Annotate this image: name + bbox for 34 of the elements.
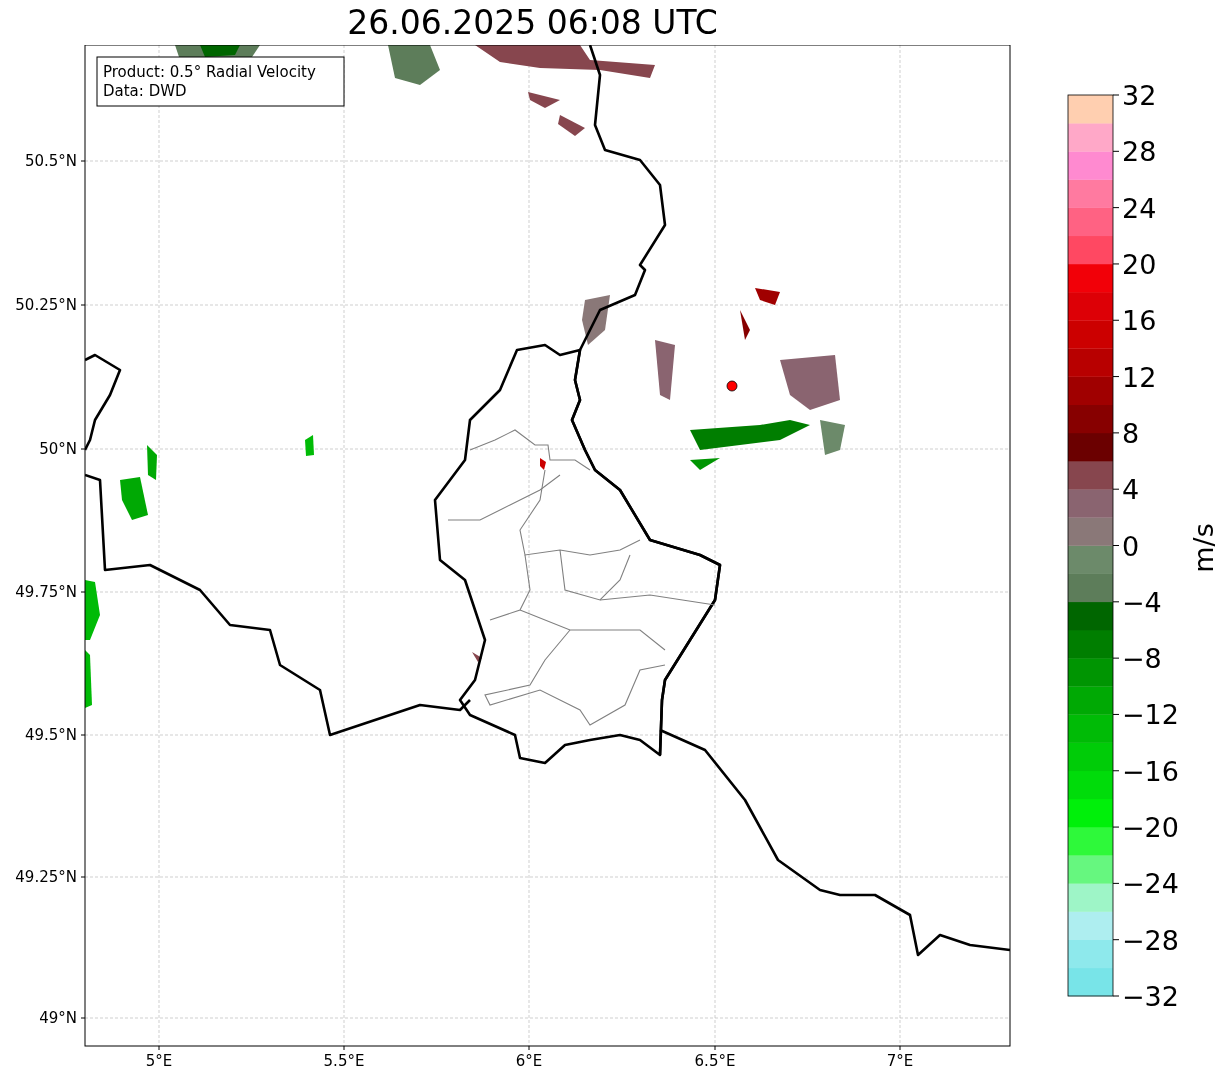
colorbar-tick-label: 24	[1122, 192, 1157, 224]
colorbar-tick-label: 8	[1122, 417, 1140, 449]
colorbar-tick-label: −20	[1122, 812, 1179, 844]
longitude-label: 6°E	[515, 1052, 543, 1070]
latitude-label: 49.5°N	[24, 726, 77, 744]
longitude-label: 7°E	[886, 1052, 914, 1070]
latitude-label: 49.25°N	[15, 868, 77, 886]
colorbar-tick-label: −4	[1122, 586, 1162, 618]
colorbar-tick-label: −24	[1122, 868, 1179, 900]
latitude-label: 49°N	[39, 1009, 77, 1027]
longitude-label: 5.5°E	[323, 1052, 365, 1070]
colorbar-tick-label: 4	[1122, 474, 1140, 506]
chart-title: 26.06.2025 06:08 UTC	[347, 2, 718, 43]
colorbar-tick-label: −32	[1122, 981, 1179, 1012]
colorbar-tick-label: −8	[1122, 643, 1162, 675]
colorbar-tick-label: −12	[1122, 699, 1179, 731]
legend-text: Data: DWD	[103, 82, 187, 100]
latitude-label: 50.5°N	[24, 152, 77, 170]
legend-text: Product: 0.5° Radial Velocity	[103, 63, 316, 81]
colorbar-tick-label: −16	[1122, 755, 1179, 787]
colorbar-tick-label: −28	[1122, 924, 1179, 956]
latitude-label: 49.75°N	[15, 583, 77, 601]
latitude-label: 50°N	[39, 440, 77, 458]
colorbar-tick-label: 0	[1122, 530, 1140, 562]
colorbar-tick-label: 32	[1122, 80, 1157, 111]
latitude-label: 50.25°N	[15, 296, 77, 314]
radar-site-marker	[726, 380, 738, 392]
longitude-label: 5°E	[145, 1052, 173, 1070]
colorbar-tick-label: 12	[1122, 361, 1157, 393]
colorbar-label: m/s	[1188, 523, 1219, 573]
colorbar-tick-label: 28	[1122, 136, 1157, 168]
longitude-label: 6.5°E	[694, 1052, 736, 1070]
colorbar-tick-label: 16	[1122, 305, 1157, 337]
colorbar-tick-label: 20	[1122, 248, 1157, 280]
